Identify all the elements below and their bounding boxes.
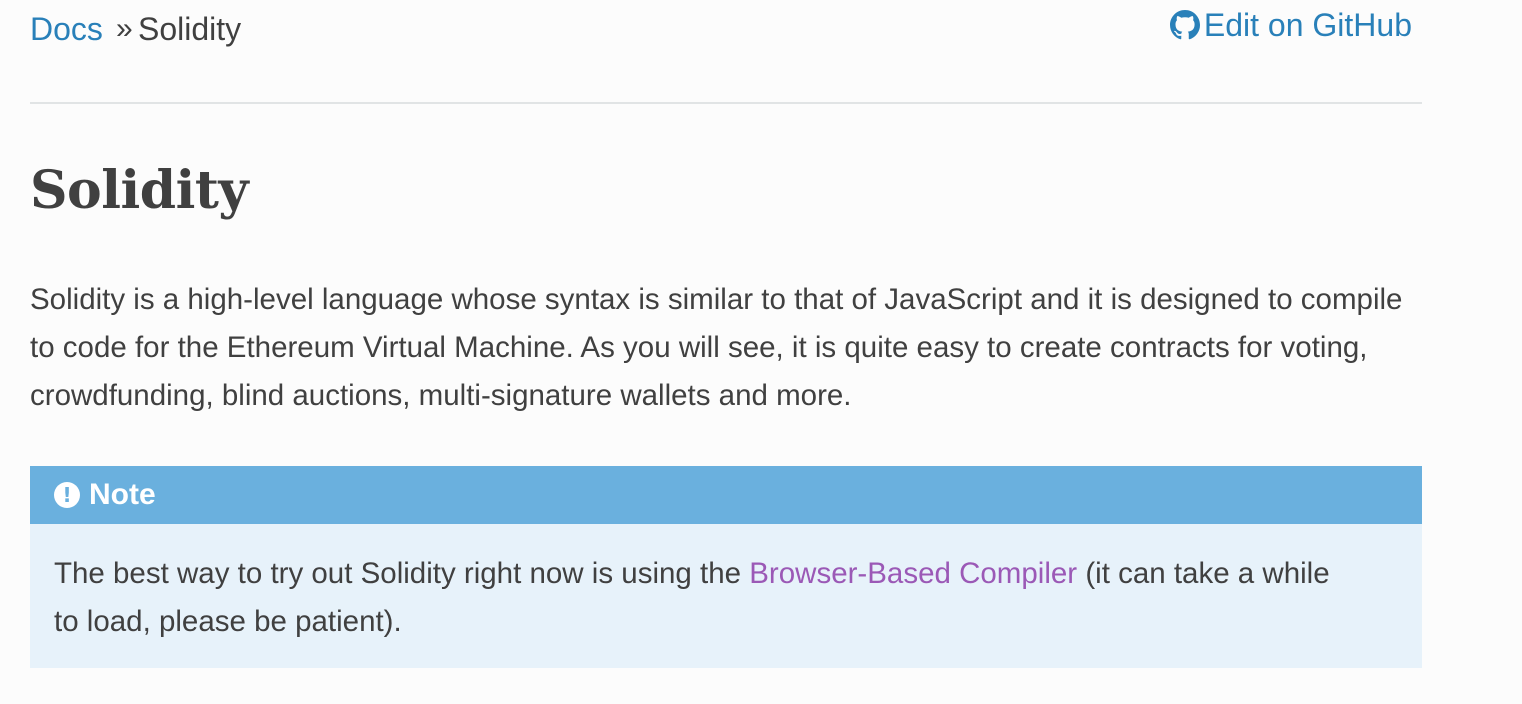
breadcrumb-current: Solidity xyxy=(138,11,242,47)
note-admonition: ! Note The best way to try out Solidity … xyxy=(30,466,1422,668)
breadcrumb-docs-link[interactable]: Docs xyxy=(30,9,103,49)
browser-compiler-link[interactable]: Browser-Based Compiler xyxy=(749,557,1077,590)
main-content: Docs » Solidity Edit on GitHub Solidity … xyxy=(30,0,1422,668)
note-body: The best way to try out Solidity right n… xyxy=(30,524,1378,646)
note-text-before: The best way to try out Solidity right n… xyxy=(54,557,750,590)
edit-on-github-link[interactable]: Edit on GitHub xyxy=(1169,5,1412,45)
breadcrumb: Docs » Solidity Edit on GitHub xyxy=(30,0,1422,104)
breadcrumb-separator: » xyxy=(116,12,133,45)
exclamation-circle-icon: ! xyxy=(54,482,80,508)
intro-paragraph: Solidity is a high-level language whose … xyxy=(30,283,1403,412)
note-header: ! Note xyxy=(30,466,1422,524)
edit-on-github-label: Edit on GitHub xyxy=(1203,7,1412,43)
github-icon xyxy=(1169,10,1200,40)
note-title: Note xyxy=(89,478,156,511)
page-title: Solidity xyxy=(30,160,249,221)
